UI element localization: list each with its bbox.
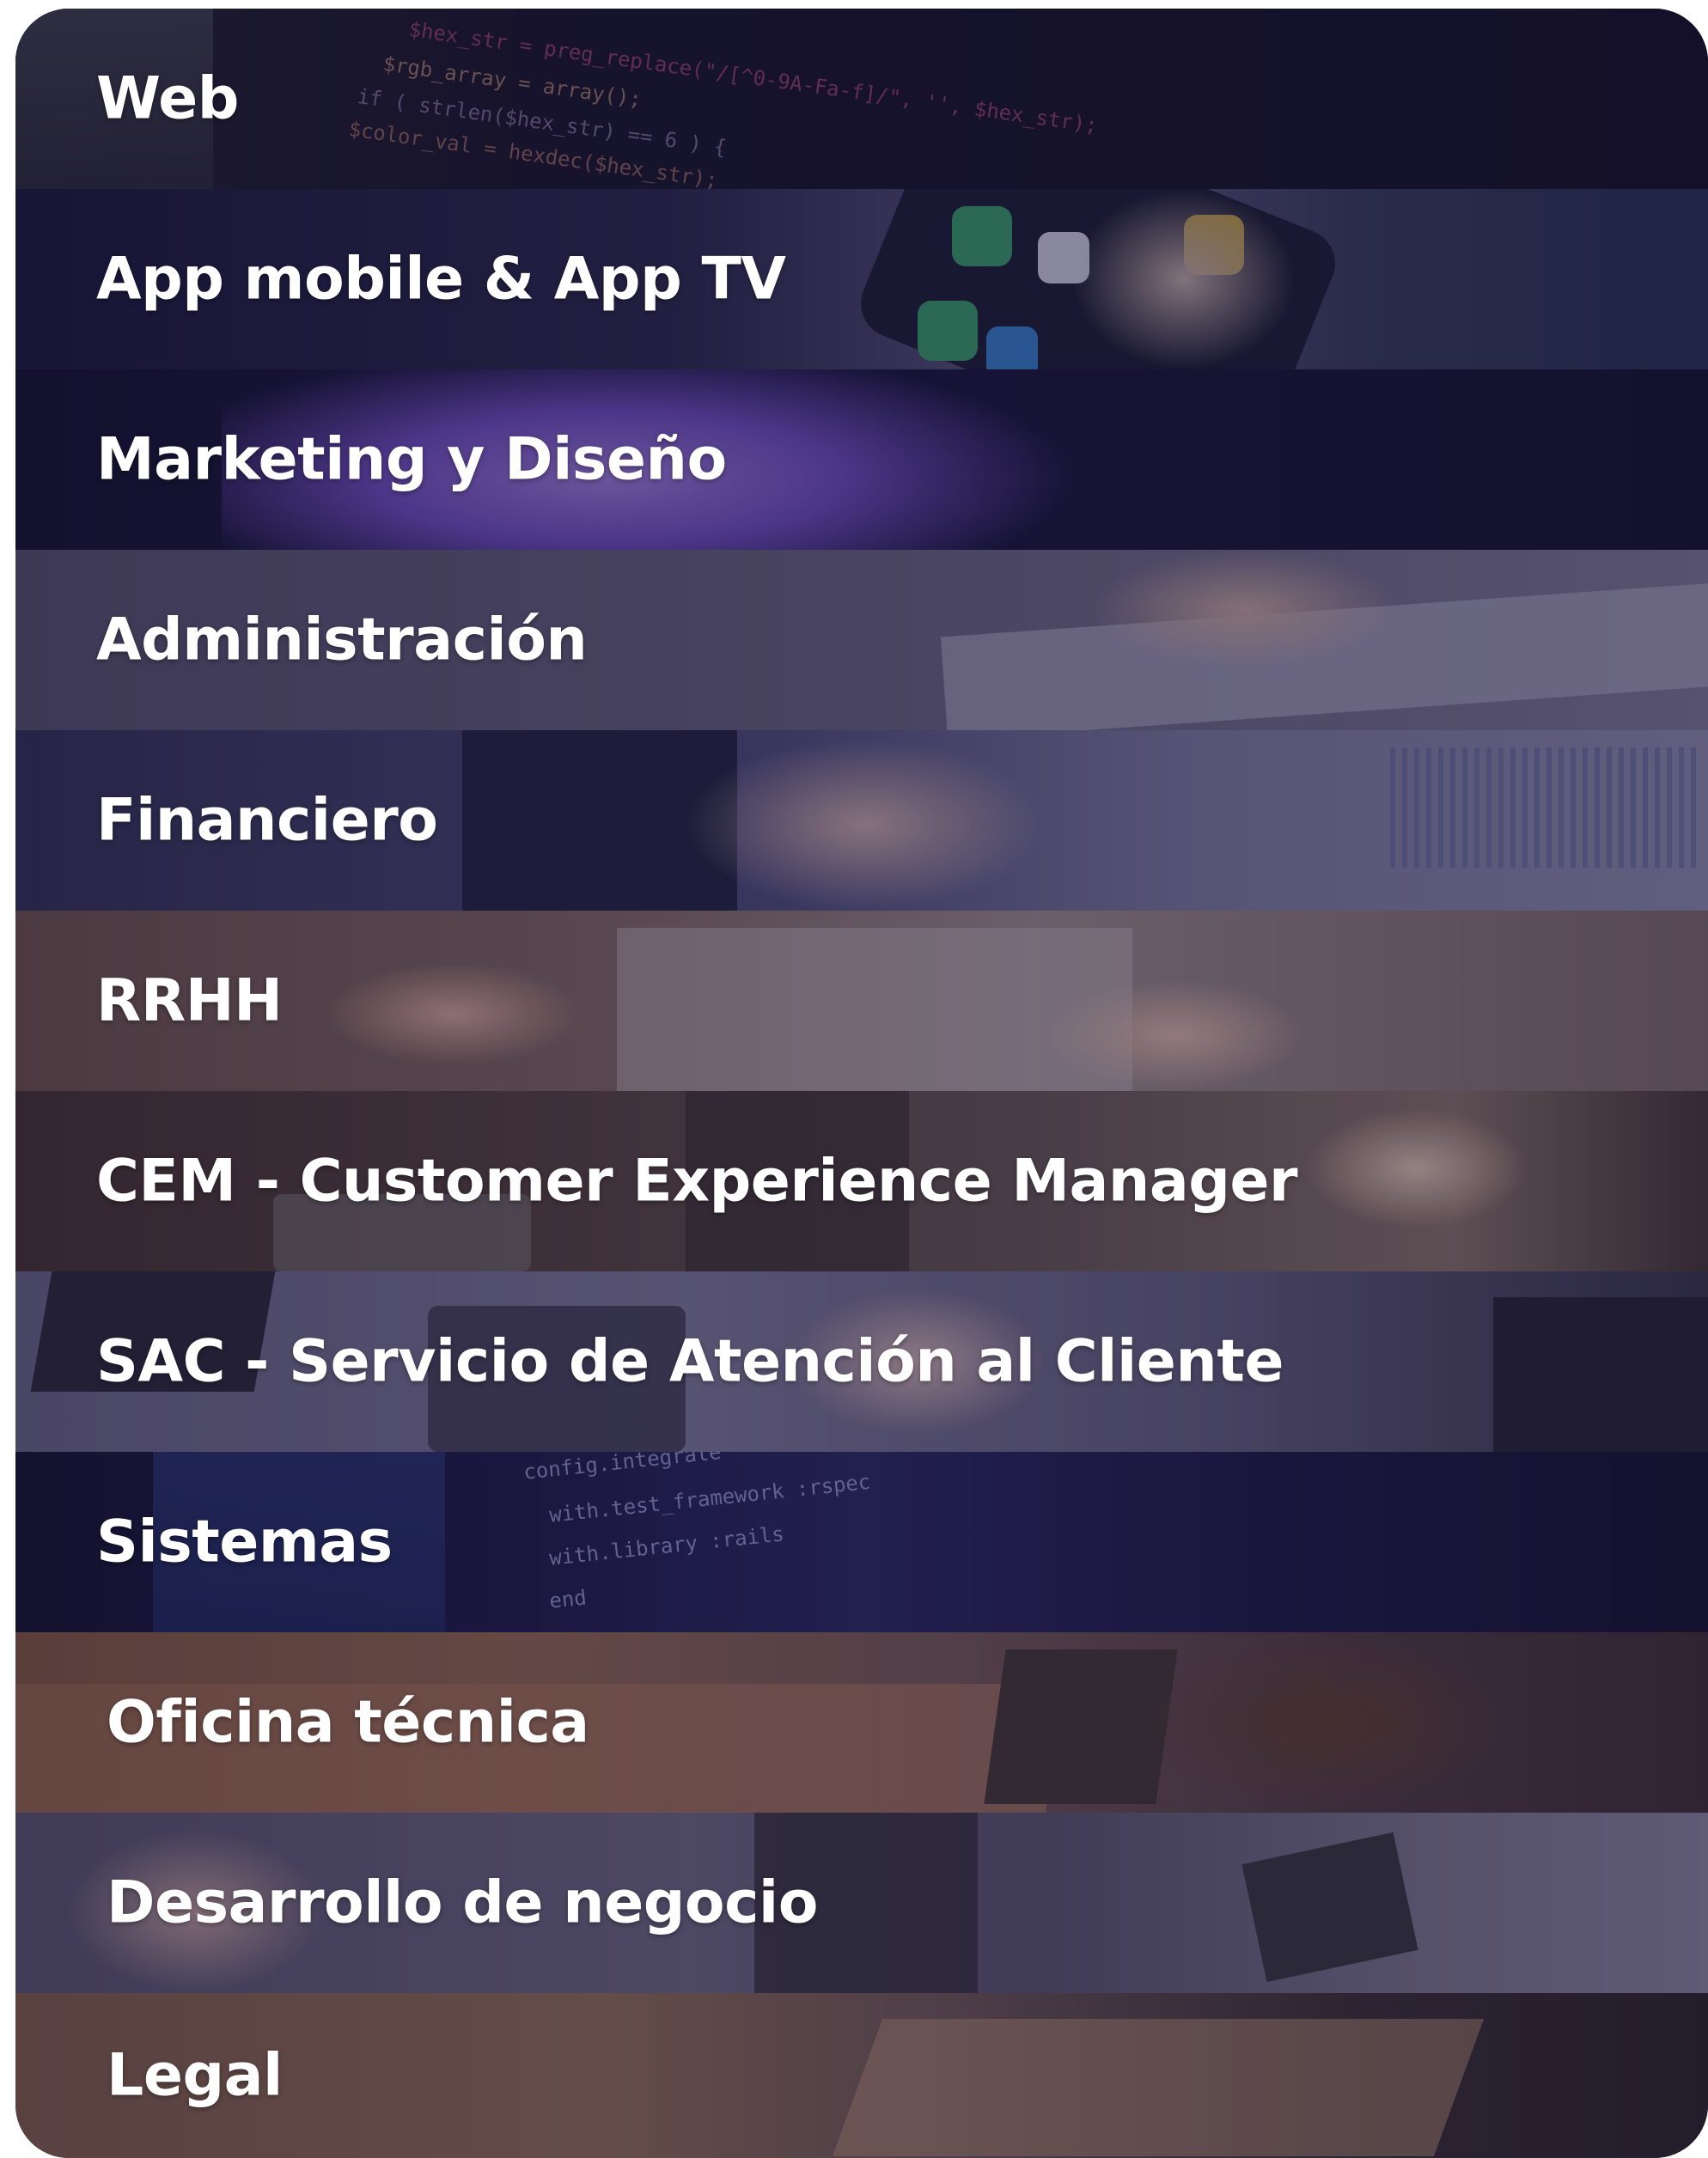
menu-item-label: Desarrollo de negocio [107, 1868, 818, 1937]
menu-item-label: Legal [107, 2041, 283, 2110]
menu-item-administracion[interactable]: Administración [15, 550, 1708, 730]
menu-item-app-mobile-tv[interactable]: App mobile & App TV [15, 189, 1708, 369]
menu-item-label: Administración [96, 606, 588, 674]
menu-item-financiero[interactable]: Financiero [15, 730, 1708, 911]
menu-item-marketing-diseno[interactable]: Marketing y Diseño [15, 369, 1708, 550]
menu-item-label: App mobile & App TV [96, 245, 786, 314]
menu-item-label: CEM - Customer Experience Manager [96, 1147, 1298, 1216]
menu-item-label: Sistemas [96, 1508, 393, 1576]
menu-item-sistemas[interactable]: config.integrate with.test_framework :rs… [15, 1452, 1708, 1632]
menu-item-sac[interactable]: SAC - Servicio de Atención al Cliente [15, 1271, 1708, 1452]
menu-item-desarrollo-negocio[interactable]: Desarrollo de negocio [15, 1813, 1708, 1993]
menu-item-oficina-tecnica[interactable]: Oficina técnica [15, 1632, 1708, 1813]
menu-item-label: Financiero [96, 786, 438, 855]
menu-item-label: Marketing y Diseño [96, 425, 727, 494]
menu-item-cem[interactable]: CEM - Customer Experience Manager [15, 1091, 1708, 1271]
menu-item-rrhh[interactable]: RRHH [15, 911, 1708, 1091]
menu-item-label: Web [96, 64, 239, 133]
menu-item-legal[interactable]: Legal [15, 1993, 1708, 2158]
menu-item-label: RRHH [96, 966, 283, 1035]
menu-item-label: SAC - Servicio de Atención al Cliente [96, 1327, 1284, 1396]
department-menu-panel: $hex_str = preg_replace("/[^0-9A-Fa-f]/"… [15, 9, 1708, 2158]
menu-item-label: Oficina técnica [107, 1688, 589, 1757]
menu-item-web[interactable]: $hex_str = preg_replace("/[^0-9A-Fa-f]/"… [15, 9, 1708, 189]
